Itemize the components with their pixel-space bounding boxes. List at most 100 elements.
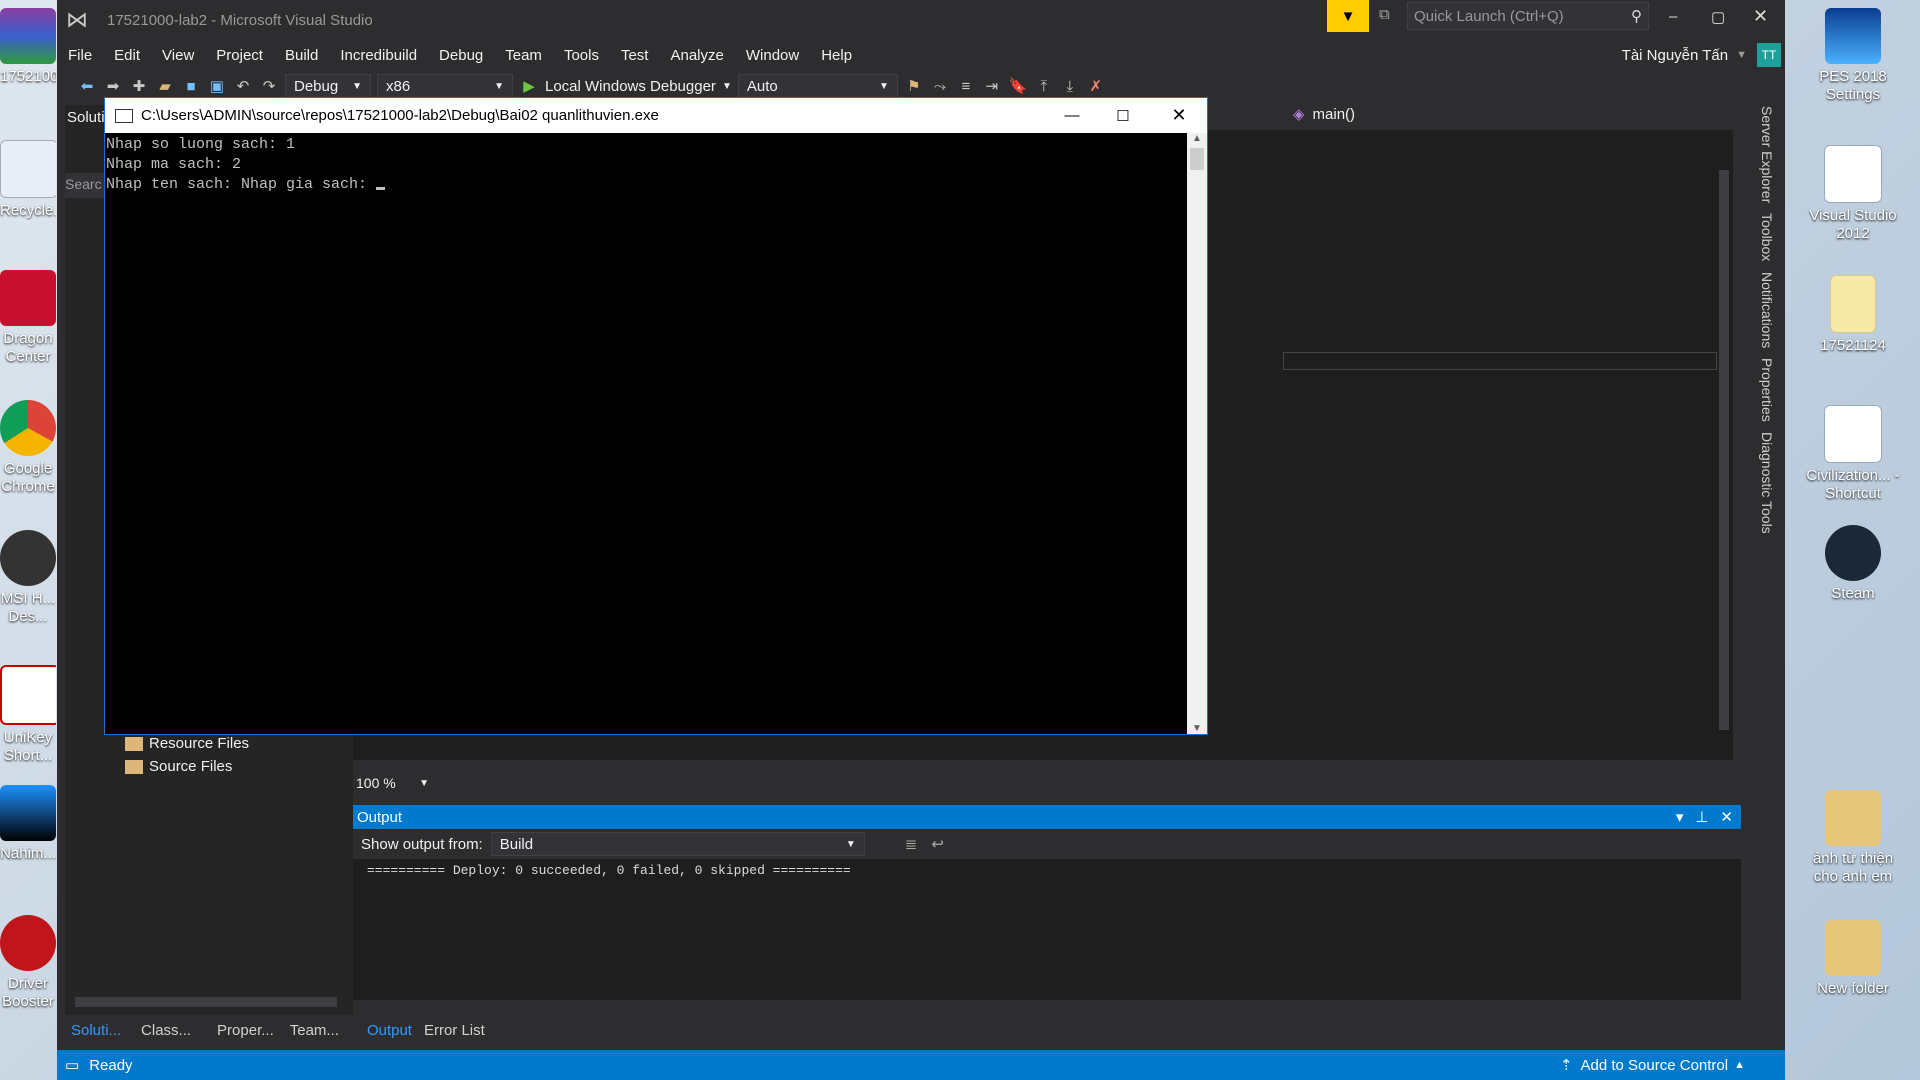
desktop-icon-pes[interactable]: PES 2018 Settings — [1805, 8, 1901, 104]
chevron-down-icon[interactable]: ▼ — [722, 81, 732, 92]
desktop-icon-dragon[interactable]: Dragon Center — [0, 270, 56, 366]
desktop-icon-folder-charity[interactable]: ảnh từ thiện cho anh em — [1805, 790, 1901, 886]
step-icon[interactable]: ⤳ — [930, 76, 950, 96]
menu-incredibuild[interactable]: Incredibuild — [329, 47, 428, 64]
maximize-button[interactable]: ▢ — [1711, 8, 1725, 26]
bookmark-icon[interactable]: 🔖 — [1008, 76, 1028, 96]
solution-config-select[interactable]: Auto ▼ — [737, 74, 898, 98]
tab-server-explorer[interactable]: Server Explorer — [1759, 106, 1775, 203]
desktop-icon-civilization[interactable]: Civilization... - Shortcut — [1805, 405, 1901, 503]
console-scrollbar[interactable]: ▲ ▼ — [1187, 133, 1207, 734]
word-wrap-icon[interactable]: ↩ — [931, 835, 944, 853]
scroll-down-icon[interactable]: ▼ — [1187, 723, 1207, 734]
desktop-icon-chrome[interactable]: Google Chrome — [0, 400, 56, 496]
tab-error-list[interactable]: Error List — [424, 1022, 485, 1039]
start-debugger-button[interactable]: Local Windows Debugger — [545, 78, 716, 95]
vertical-scrollbar[interactable] — [1719, 170, 1729, 730]
desktop-icon-msi[interactable]: MSI H... Des... — [0, 530, 56, 626]
add-to-source-control-button[interactable]: Add to Source Control — [1581, 1057, 1729, 1074]
desktop-icon-vs2012[interactable]: Visual Studio 2012 — [1805, 145, 1901, 243]
clear-all-icon[interactable]: ≣ — [905, 835, 918, 853]
desktop-icon-nahim[interactable]: Nahim... — [0, 785, 56, 863]
menu-edit[interactable]: Edit — [103, 47, 151, 64]
menu-team[interactable]: Team — [494, 47, 553, 64]
menu-build[interactable]: Build — [274, 47, 329, 64]
pin-icon[interactable]: ⊥ — [1695, 808, 1708, 826]
console-maximize-button[interactable]: ☐ — [1095, 107, 1151, 125]
filter-icon[interactable]: ▼ — [1327, 0, 1369, 32]
save-icon[interactable]: ■ — [181, 76, 201, 96]
dragon-center-icon — [0, 270, 56, 326]
folder-icon — [1825, 920, 1881, 976]
menu-analyze[interactable]: Analyze — [659, 47, 734, 64]
desktop-icon-label: PES 2018 Settings — [1819, 68, 1887, 103]
close-button[interactable]: ✕ — [1753, 6, 1768, 27]
horizontal-scrollbar[interactable] — [75, 997, 337, 1007]
chevron-down-icon[interactable]: ▼ — [1732, 49, 1757, 61]
open-folder-icon[interactable]: ▰ — [155, 76, 175, 96]
config-select[interactable]: Debug ▼ — [285, 74, 371, 98]
output-source-select[interactable]: Build ▼ — [490, 832, 865, 856]
desktop-icon-unikey[interactable]: UniKey Short... — [0, 665, 56, 765]
play-icon[interactable]: ▶ — [519, 76, 539, 96]
zoom-select[interactable]: 100 % ▼ — [353, 773, 432, 793]
desktop-icon-steam[interactable]: Steam — [1805, 525, 1901, 603]
quick-launch-input[interactable]: Quick Launch (Ctrl+Q) ⚲ — [1407, 2, 1649, 30]
avatar[interactable]: TT — [1757, 43, 1781, 67]
menu-test[interactable]: Test — [610, 47, 660, 64]
user-name[interactable]: Tài Nguyễn Tấn — [1611, 47, 1732, 64]
tab-class-view[interactable]: Class... — [141, 1022, 191, 1039]
console-minimize-button[interactable]: — — [1049, 107, 1095, 124]
desktop-icon-winrar[interactable]: 1752100... — [0, 8, 56, 86]
console-close-button[interactable]: ✕ — [1151, 105, 1207, 126]
chevron-down-icon[interactable]: ▾ — [1676, 808, 1684, 826]
solution-search-input[interactable]: Searc — [65, 173, 105, 198]
minimize-button[interactable]: – — [1669, 8, 1677, 25]
menu-file[interactable]: File — [57, 47, 103, 64]
redo-icon[interactable]: ↷ — [259, 76, 279, 96]
menu-tools[interactable]: Tools — [553, 47, 610, 64]
desktop-icon-recycle[interactable]: Recycle... — [0, 140, 56, 220]
platform-select[interactable]: x86 ▼ — [377, 74, 513, 98]
menu-debug[interactable]: Debug — [428, 47, 494, 64]
desktop-icon-folder-17521124[interactable]: 17521124 — [1805, 275, 1901, 355]
tab-diagnostic-tools[interactable]: Diagnostic Tools — [1759, 432, 1775, 534]
search-icon[interactable]: ⚲ — [1631, 7, 1642, 25]
forward-arrow-icon[interactable]: ➡ — [103, 76, 123, 96]
arrow-up-icon: ⇡ — [1559, 1057, 1573, 1074]
console-output[interactable]: Nhap so luong sach: 1 Nhap ma sach: 2 Nhap… — [105, 133, 1187, 734]
prev-bookmark-icon[interactable]: ⤒ — [1034, 76, 1054, 96]
tab-toolbox[interactable]: Toolbox — [1759, 213, 1775, 261]
new-project-icon[interactable]: ✚ — [129, 76, 149, 96]
scroll-thumb[interactable] — [1190, 148, 1204, 170]
menu-help[interactable]: Help — [810, 47, 863, 64]
desktop-icon-driver-booster[interactable]: Driver Booster — [0, 915, 56, 1011]
tree-item-source-files[interactable]: Source Files — [125, 758, 232, 775]
menu-view[interactable]: View — [151, 47, 205, 64]
back-arrow-icon[interactable]: ⬅ — [77, 76, 97, 96]
attach-icon[interactable]: ⚑ — [904, 76, 924, 96]
feedback-icon[interactable]: ⧉ — [1379, 6, 1403, 26]
undo-icon[interactable]: ↶ — [233, 76, 253, 96]
tab-notifications[interactable]: Notifications — [1759, 272, 1775, 348]
desktop-icon-label: ảnh từ thiện cho anh em — [1812, 850, 1894, 885]
scroll-up-icon[interactable]: ▲ — [1187, 133, 1207, 144]
next-bookmark-icon[interactable]: ⤓ — [1060, 76, 1080, 96]
format-icon[interactable]: ≡ — [956, 76, 976, 96]
indent-icon[interactable]: ⇥ — [982, 76, 1002, 96]
desktop-icon-new-folder[interactable]: New folder — [1805, 920, 1901, 998]
tab-properties[interactable]: Properties — [1759, 358, 1775, 422]
console-window[interactable]: C:\Users\ADMIN\source\repos\17521000-lab… — [104, 97, 1208, 735]
tab-property-manager[interactable]: Proper... — [217, 1022, 274, 1039]
tree-item-resource-files[interactable]: Resource Files — [125, 735, 249, 752]
function-navigation[interactable]: ◈ main() — [1293, 105, 1355, 124]
tab-solution-explorer[interactable]: Soluti... — [71, 1022, 121, 1039]
save-all-icon[interactable]: ▣ — [207, 76, 227, 96]
menu-project[interactable]: Project — [205, 47, 274, 64]
tab-output[interactable]: Output — [367, 1022, 412, 1039]
chevron-up-icon[interactable]: ▲ — [1734, 1059, 1745, 1071]
clear-bookmarks-icon[interactable]: ✗ — [1086, 76, 1106, 96]
tab-team-explorer[interactable]: Team... — [290, 1022, 339, 1039]
close-icon[interactable]: ✕ — [1720, 808, 1733, 826]
menu-window[interactable]: Window — [735, 47, 810, 64]
